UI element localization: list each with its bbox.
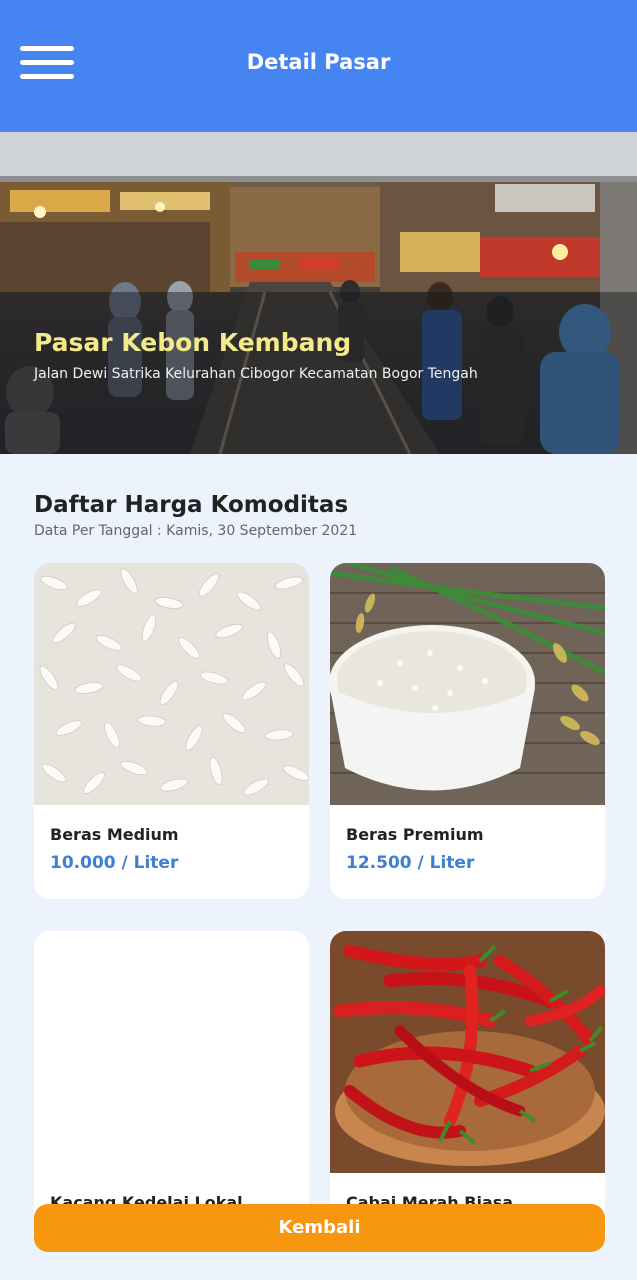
kacang-kedelai-image — [34, 931, 309, 1173]
back-button[interactable]: Kembali — [34, 1204, 605, 1252]
price-date-label: Data Per Tanggal : Kamis, 30 September 2… — [34, 523, 358, 539]
commodity-card-kacang-kedelai[interactable]: Kacang Kedelai Lokal — [34, 931, 309, 1231]
beras-medium-image — [34, 563, 309, 805]
commodity-price: 12.500 / Liter — [346, 853, 475, 873]
page-title: Detail Pasar — [246, 50, 391, 74]
commodity-name: Beras Premium — [346, 825, 484, 844]
market-name: Pasar Kebon Kembang — [34, 328, 352, 357]
cabai-merah-image — [330, 931, 605, 1173]
market-address: Jalan Dewi Satrika Kelurahan Cibogor Kec… — [34, 366, 478, 382]
commodity-name: Beras Medium — [50, 825, 179, 844]
beras-premium-image — [330, 563, 605, 805]
price-date: Data Per Tanggal : Kamis, 30 September 2… — [34, 523, 357, 539]
commodity-price: 10.000 / Liter — [50, 853, 179, 873]
commodity-card-cabai-merah[interactable]: Cabai Merah Biasa — [330, 931, 605, 1231]
commodity-card-beras-premium[interactable]: Beras Premium 12.500 / Liter — [330, 563, 605, 899]
market-photo: Pasar Kebon Kembang Jalan Dewi Satrika K… — [0, 132, 637, 454]
app-bar: Detail Pasar — [0, 0, 637, 132]
commodity-price-heading: Daftar Harga Komoditas — [34, 492, 349, 518]
commodity-card-beras-medium[interactable]: Beras Medium 10.000 / Liter — [34, 563, 309, 899]
